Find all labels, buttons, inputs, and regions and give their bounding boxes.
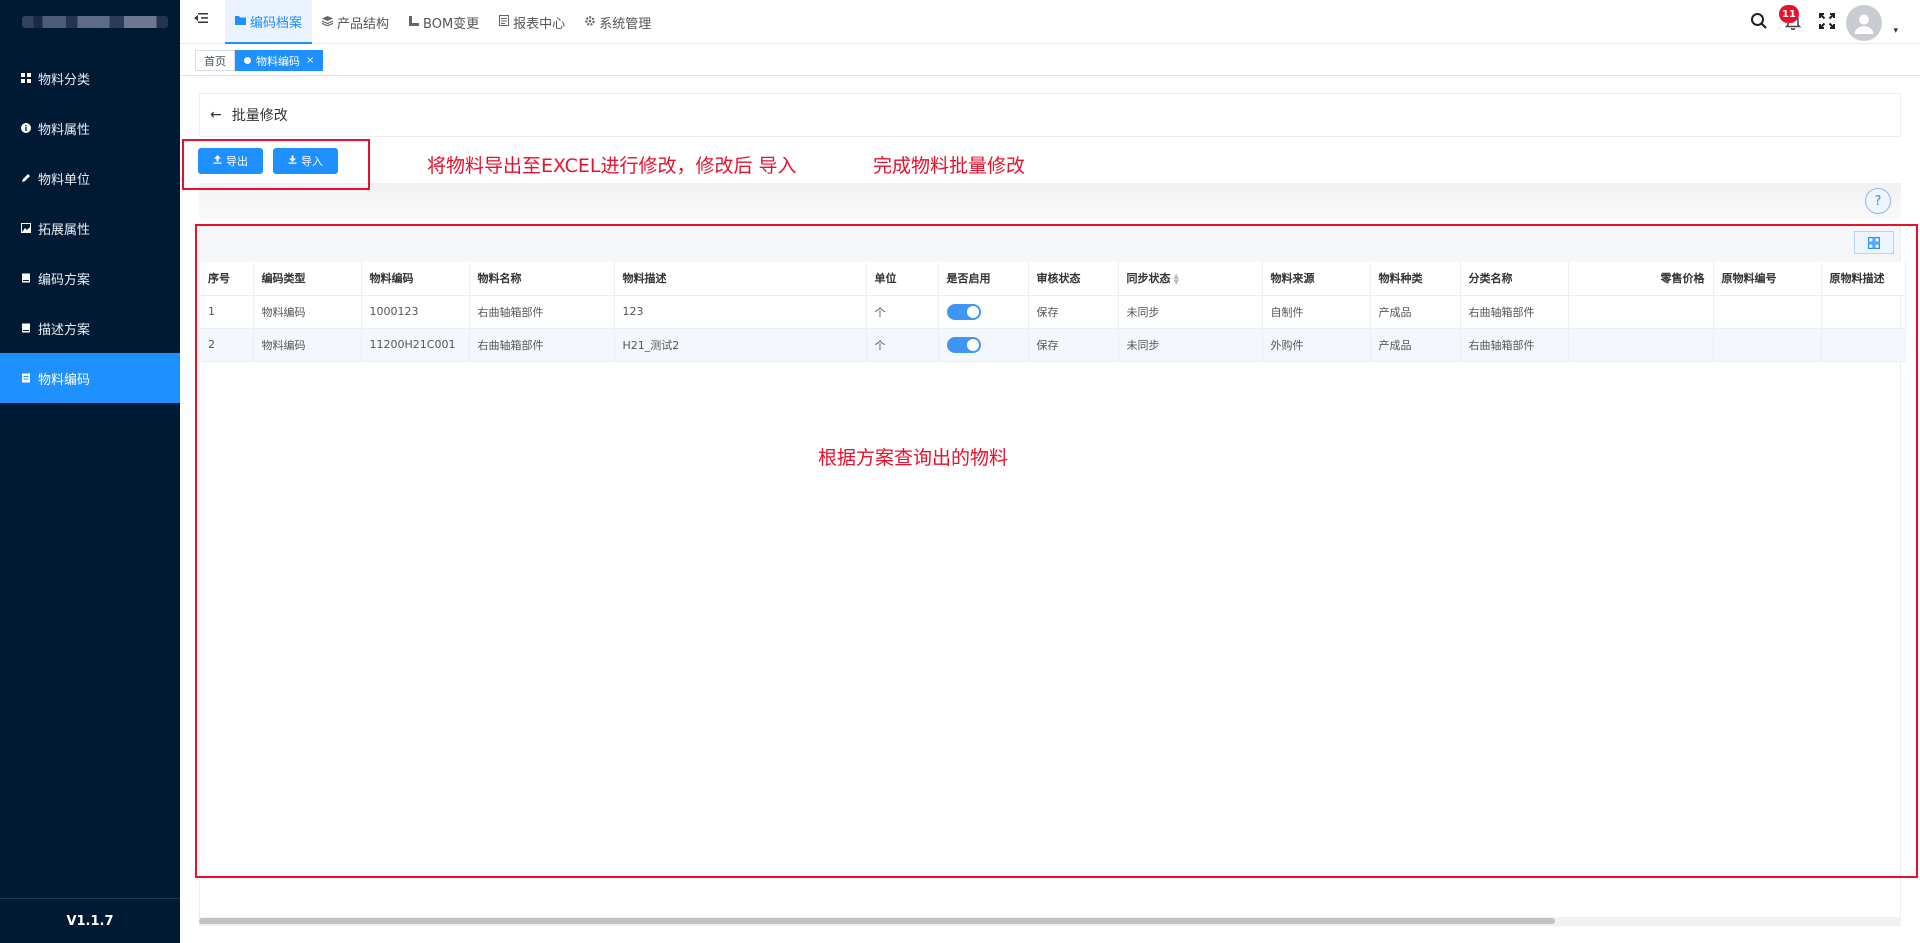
nav-item-system-management[interactable]: 系统管理 [575, 0, 661, 44]
sidebar-item-material-category[interactable]: 物料分类 [0, 53, 180, 103]
active-dot-icon [244, 57, 251, 64]
page-header: ← 批量修改 [199, 93, 1901, 137]
caret-down-icon[interactable]: ▾ [1893, 26, 1898, 36]
nav-item-label: 产品结构 [337, 16, 390, 32]
grid-icon [20, 72, 32, 84]
top-nav: 编码档案 产品结构 BOM变更 报表中心 系统管理 [225, 0, 661, 44]
annotation-export-note: 将物料导出至EXCEL进行修改，修改后 导入 [427, 155, 797, 177]
tab-label: 物料编码 [256, 54, 300, 68]
top-right-tools: 11 ▾ [1720, 0, 1920, 44]
help-icon[interactable]: ? [1865, 188, 1891, 214]
nav-item-label: 编码档案 [250, 15, 303, 31]
code-icon [20, 372, 32, 384]
search-form-area [199, 183, 1901, 220]
search-icon[interactable] [1750, 12, 1768, 30]
annotation-box-table [195, 224, 1918, 878]
annotation-box-buttons [182, 139, 370, 190]
nav-item-product-structure[interactable]: 产品结构 [312, 0, 399, 44]
fullscreen-icon[interactable] [1818, 12, 1836, 30]
app-logo[interactable] [0, 0, 180, 44]
folder-icon [235, 15, 246, 28]
sidebar-item-label: 编码方案 [38, 272, 91, 288]
nav-item-coding-archive[interactable]: 编码档案 [225, 0, 313, 44]
collapse-menu-icon[interactable] [194, 12, 208, 28]
report-icon [499, 15, 510, 29]
book-icon [20, 272, 32, 284]
image-icon [20, 222, 32, 234]
back-arrow-icon[interactable]: ← [210, 107, 222, 123]
nav-item-label: 系统管理 [599, 16, 652, 32]
nav-item-label: BOM变更 [423, 16, 480, 32]
info-icon [20, 122, 32, 134]
annotation-finish-note: 完成物料批量修改 [873, 155, 1026, 177]
sidebar-item-extended-attribute[interactable]: 拓展属性 [0, 203, 180, 253]
sidebar-item-material-attribute[interactable]: 物料属性 [0, 103, 180, 153]
tabs-bar: 首页 物料编码 × [180, 45, 1920, 76]
sidebar-item-label: 拓展属性 [38, 222, 91, 238]
sidebar: 物料分类 物料属性 物料单位 拓展属性 编码方案 描述方案 物料编码 V1.1.… [0, 0, 180, 943]
sidebar-item-label: 物料编码 [38, 372, 91, 388]
sidebar-item-label: 物料分类 [38, 72, 91, 88]
sidebar-item-material-unit[interactable]: 物料单位 [0, 153, 180, 203]
hierarchy-icon [409, 15, 420, 29]
close-tab-icon[interactable]: × [306, 55, 314, 66]
nav-item-report-center[interactable]: 报表中心 [489, 0, 575, 44]
tab-home[interactable]: 首页 [195, 50, 235, 71]
sidebar-menu: 物料分类 物料属性 物料单位 拓展属性 编码方案 描述方案 物料编码 [0, 53, 180, 403]
app-version: V1.1.7 [0, 898, 180, 943]
horizontal-scrollbar[interactable] [199, 917, 1901, 925]
sidebar-item-label: 描述方案 [38, 322, 91, 338]
gear-icon [585, 15, 595, 29]
sidebar-item-coding-scheme[interactable]: 编码方案 [0, 253, 180, 303]
bell-icon[interactable]: 11 [1779, 5, 1802, 31]
book-icon [20, 322, 32, 334]
nav-item-label: 报表中心 [513, 16, 566, 32]
scrollbar-thumb[interactable] [199, 918, 1555, 924]
pen-icon [20, 172, 32, 184]
tab-material-code[interactable]: 物料编码 × [235, 50, 324, 71]
logo-image [22, 16, 168, 28]
sidebar-item-material-code[interactable]: 物料编码 [0, 353, 180, 403]
user-avatar[interactable] [1846, 5, 1882, 41]
top-bar: 编码档案 产品结构 BOM变更 报表中心 系统管理 11 ▾ [180, 0, 1920, 44]
notification-badge: 11 [1779, 5, 1799, 23]
sidebar-item-label: 物料单位 [38, 172, 91, 188]
annotation-query-note: 根据方案查询出的物料 [818, 447, 1009, 469]
page-title: 批量修改 [231, 108, 288, 124]
sidebar-item-label: 物料属性 [38, 122, 91, 138]
nav-item-bom-change[interactable]: BOM变更 [399, 0, 489, 44]
sidebar-item-description-scheme[interactable]: 描述方案 [0, 303, 180, 353]
layers-icon [321, 15, 334, 29]
